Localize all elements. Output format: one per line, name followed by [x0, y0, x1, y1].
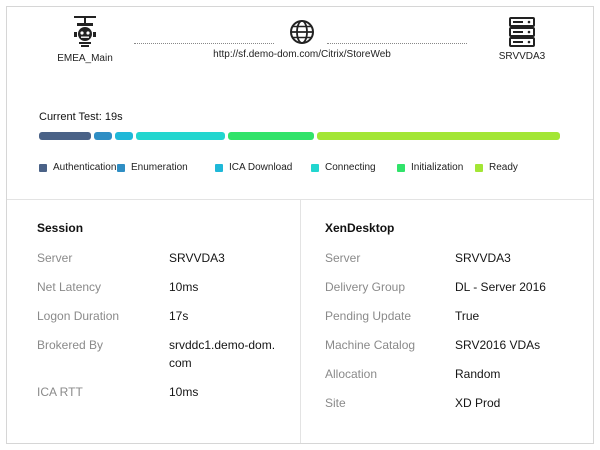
legend-swatch — [117, 163, 125, 172]
robot-monitor-icon — [74, 16, 96, 47]
session-value: 17s — [169, 309, 189, 323]
legend-swatch — [475, 163, 483, 172]
server-label: SRVVDA3 — [498, 51, 546, 62]
progress-segment-initialization — [227, 132, 314, 140]
xendesktop-value: SRV2016 VDAs — [455, 338, 541, 352]
legend-item: ICA Download — [215, 162, 292, 173]
xendesktop-row: Allocation Random — [325, 365, 585, 383]
session-key: Server — [37, 251, 73, 265]
session-key: ICA RTT — [37, 385, 83, 399]
legend-swatch — [215, 163, 223, 172]
xendesktop-value: SRVVDA3 — [455, 251, 511, 265]
session-value: 10ms — [169, 280, 199, 294]
xendesktop-key: Server — [325, 251, 361, 265]
session-row: ICA RTT 10ms — [37, 383, 287, 401]
xendesktop-value: XD Prod — [455, 396, 501, 410]
progress-segment-ica-download — [114, 132, 133, 140]
progress-segment-authentication — [39, 132, 92, 140]
session-row: Brokered By srvddc1.demo-dom.com — [37, 336, 287, 372]
current-test: Current Test: 19s — [39, 111, 123, 123]
xendesktop-key: Delivery Group — [325, 280, 406, 294]
current-test-value: 19s — [104, 111, 123, 123]
xendesktop-panel: XenDesktop Server SRVVDA3 Delivery Group DL… — [325, 221, 585, 423]
xendesktop-row: Machine Catalog SRV2016 VDAs — [325, 336, 585, 354]
connector-dots — [327, 43, 467, 44]
legend-item: Enumeration — [117, 162, 188, 173]
legend-label: Initialization — [411, 162, 464, 173]
legend-label: Connecting — [325, 162, 376, 173]
session-row: Server SRVVDA3 — [37, 249, 287, 267]
session-title: Session — [37, 221, 84, 235]
progress-segment-enumeration — [94, 132, 112, 140]
current-test-label: Current Test: — [39, 111, 102, 123]
session-key: Brokered By — [37, 338, 104, 352]
globe-icon — [290, 20, 314, 44]
progress-legend: Authentication Enumeration ICA Download Con… — [39, 162, 579, 176]
progress-segment-ready — [316, 132, 561, 140]
xendesktop-key: Machine Catalog — [325, 338, 416, 352]
test-progress-bar — [39, 132, 563, 140]
xendesktop-key: Allocation — [325, 367, 378, 381]
legend-swatch — [311, 163, 319, 172]
server-icon — [509, 17, 535, 47]
xendesktop-row: Delivery Group DL - Server 2016 — [325, 278, 585, 296]
storefront-node[interactable]: http://sf.demo-dom.com/Citrix/StoreWeb — [202, 19, 402, 60]
session-row: Logon Duration 17s — [37, 307, 287, 325]
storefront-url: http://sf.demo-dom.com/Citrix/StoreWeb — [213, 49, 391, 60]
divider — [300, 199, 301, 443]
session-value: SRVVDA3 — [169, 251, 225, 265]
session-panel: Session Server SRVVDA3 Net Latency 10ms Logo… — [37, 221, 287, 412]
legend-label: ICA Download — [229, 162, 293, 173]
server-node[interactable]: SRVVDA3 — [477, 17, 567, 62]
xendesktop-key: Pending Update — [325, 309, 412, 323]
xendesktop-value: DL - Server 2016 — [455, 280, 546, 294]
legend-item: Ready — [475, 162, 518, 173]
xendesktop-title: XenDesktop — [325, 221, 395, 235]
legend-item: Authentication — [39, 162, 116, 173]
xendesktop-key: Site — [325, 396, 346, 410]
session-row: Net Latency 10ms — [37, 278, 287, 296]
session-value: 10ms — [169, 385, 199, 399]
legend-item: Initialization — [397, 162, 463, 173]
session-key: Logon Duration — [37, 309, 120, 323]
xendesktop-value: Random — [455, 367, 501, 381]
site-node[interactable]: EMEA_Main — [45, 15, 125, 64]
session-test-panel: EMEA_Main http://sf.demo-dom.com/Citrix/… — [6, 6, 594, 444]
xendesktop-row: Site XD Prod — [325, 394, 585, 412]
legend-swatch — [39, 163, 47, 172]
legend-swatch — [397, 163, 405, 172]
legend-label: Authentication — [53, 162, 117, 173]
xendesktop-value: True — [455, 309, 480, 323]
xendesktop-row: Server SRVVDA3 — [325, 249, 585, 267]
session-value: srvddc1.demo-dom.com — [169, 338, 276, 370]
session-key: Net Latency — [37, 280, 102, 294]
xendesktop-row: Pending Update True — [325, 307, 585, 325]
legend-item: Connecting — [311, 162, 376, 173]
progress-segment-connecting — [135, 132, 225, 140]
site-label: EMEA_Main — [57, 53, 113, 64]
legend-label: Ready — [489, 162, 518, 173]
legend-label: Enumeration — [131, 162, 188, 173]
